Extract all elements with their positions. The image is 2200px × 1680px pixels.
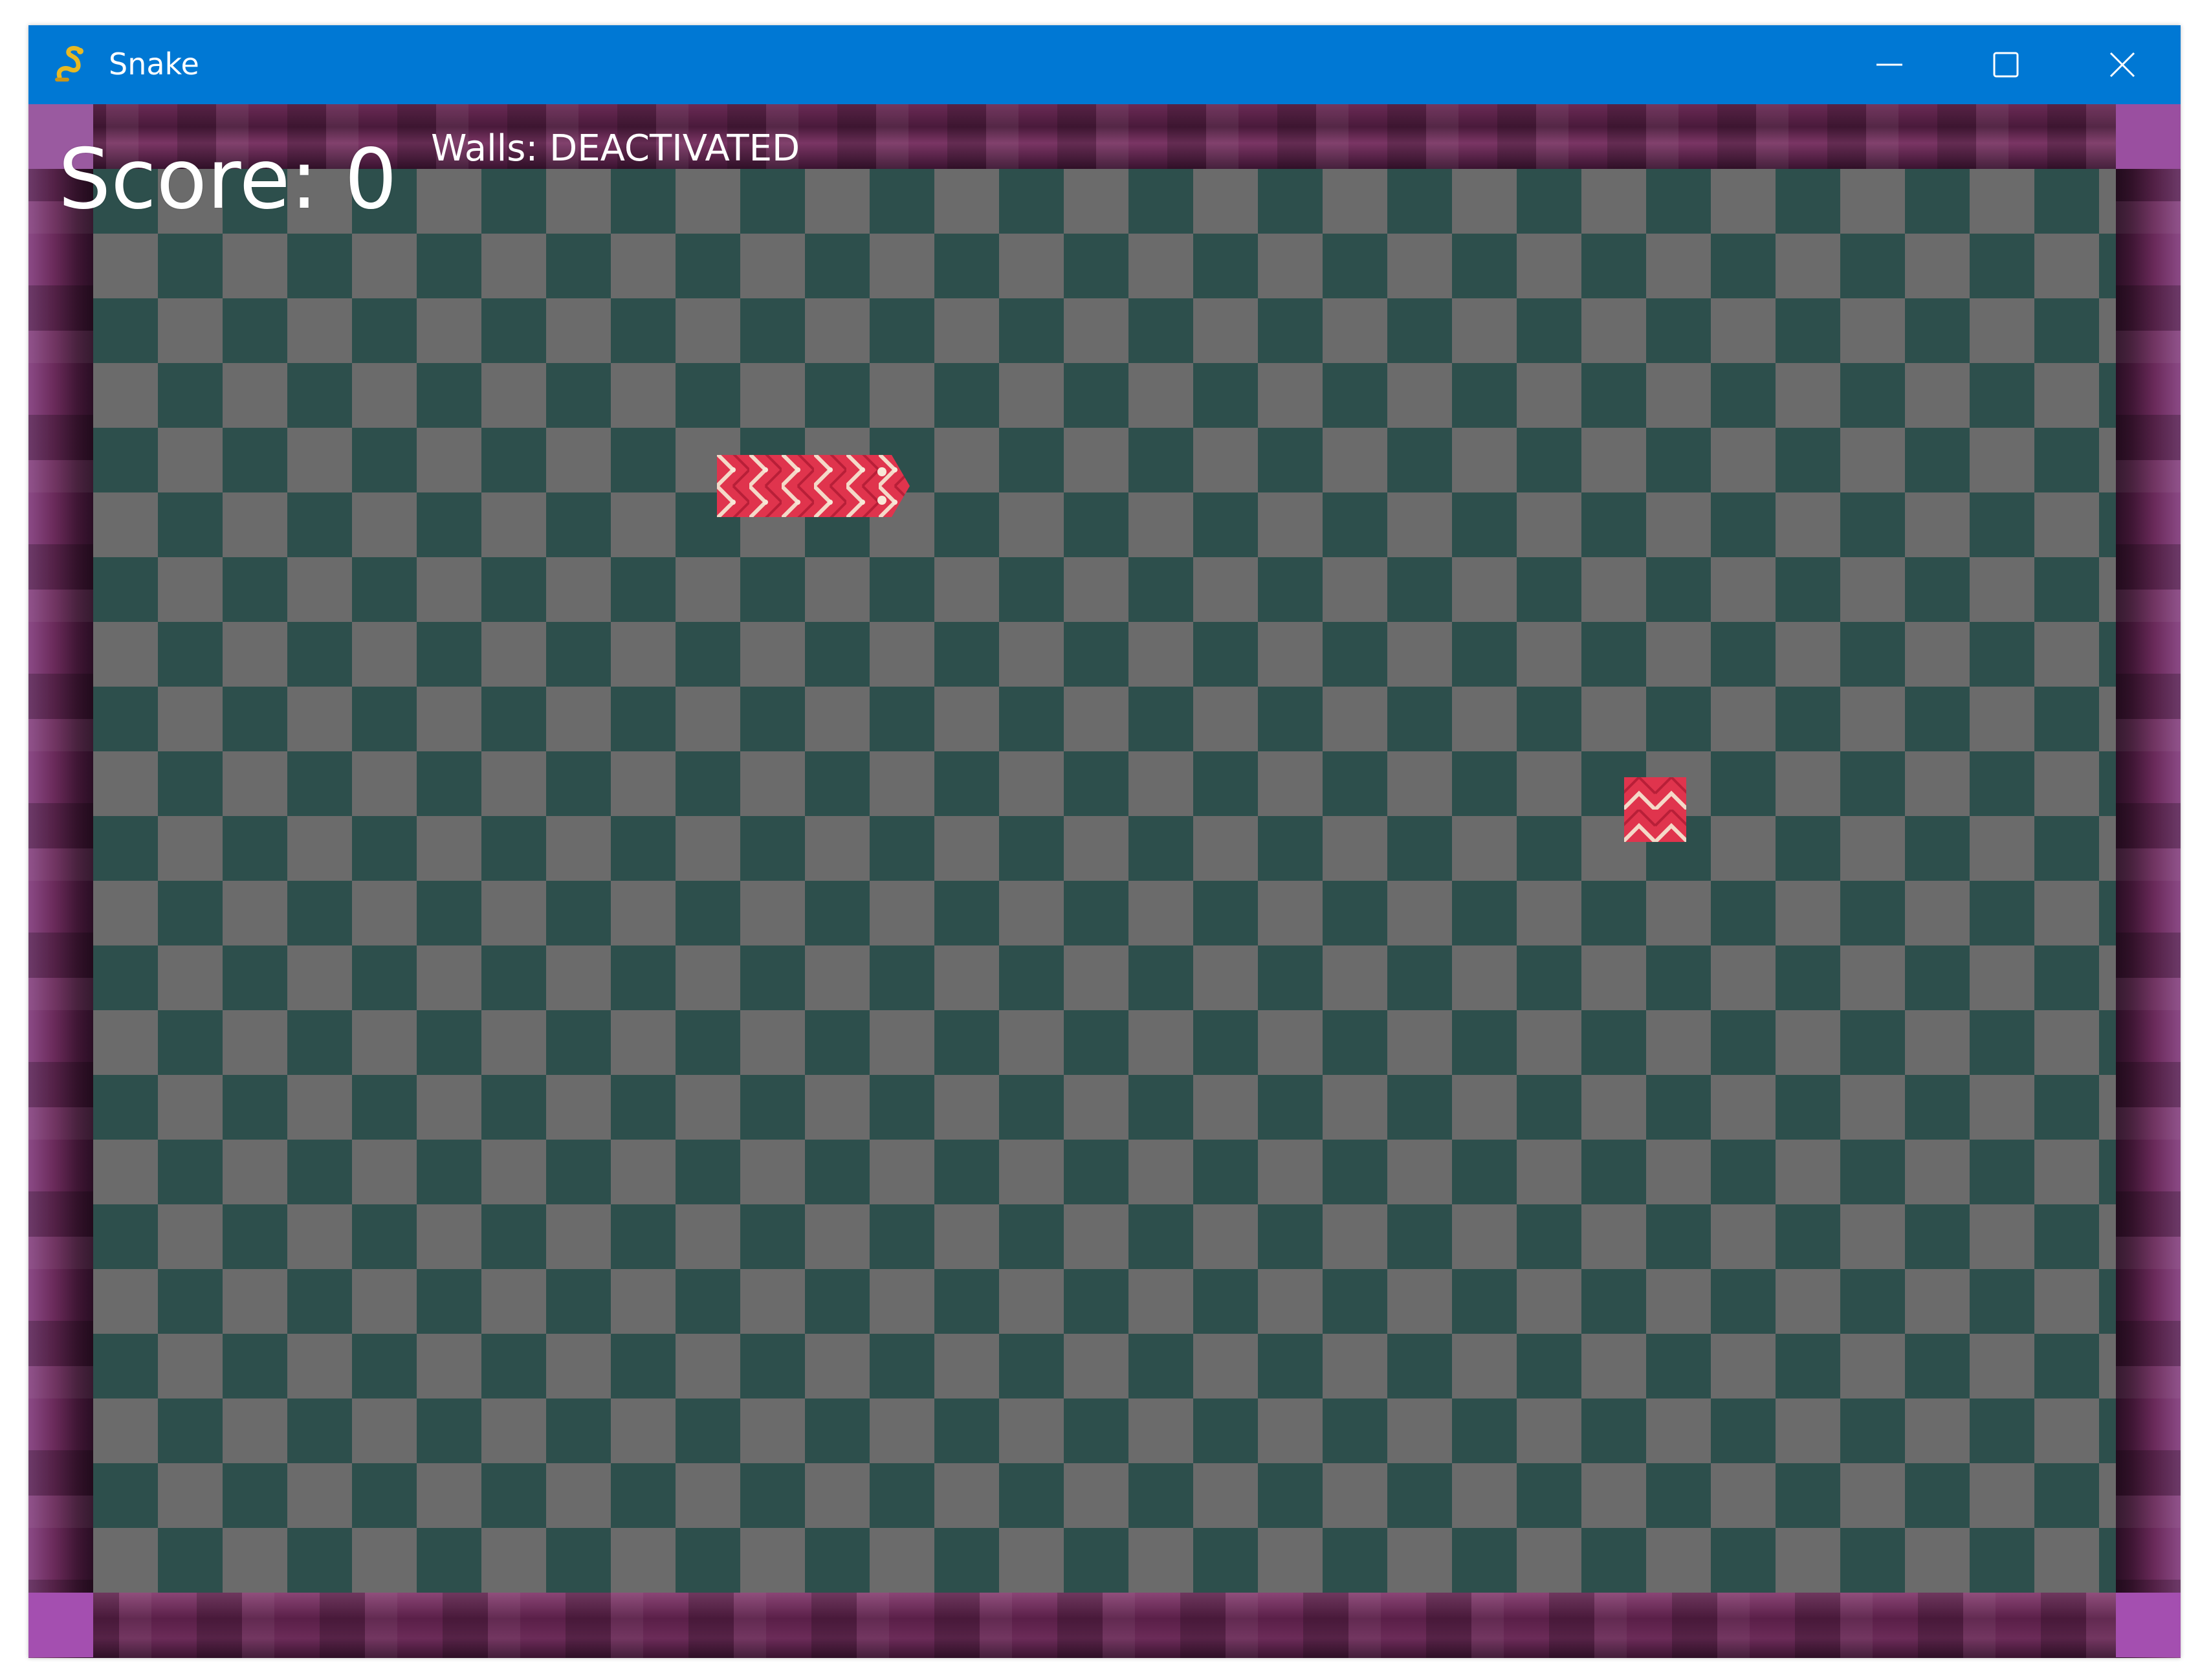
minimize-icon — [1876, 63, 1902, 66]
wall-border-left — [28, 104, 93, 1658]
minimize-button[interactable] — [1831, 25, 1948, 104]
wall-corner-top-right — [2116, 104, 2181, 169]
maximize-button[interactable] — [1948, 25, 2064, 104]
game-canvas[interactable]: Score: 0 Walls: DEACTIVATED — [28, 104, 2181, 1658]
snake-eye — [877, 467, 886, 476]
food-item — [1624, 777, 1686, 842]
snake-app-icon — [55, 46, 83, 82]
game-window: Snake Score: 0 Walls: DEACTIVATED — [28, 25, 2181, 1658]
snake — [717, 455, 910, 517]
snake-body-segment — [717, 455, 782, 517]
wall-corner-bottom-left — [28, 1593, 93, 1657]
wall-border-right — [2116, 104, 2181, 1658]
maximize-icon — [1993, 52, 2019, 78]
close-icon — [2109, 52, 2135, 78]
window-title: Snake — [109, 47, 199, 82]
snake-eye — [877, 496, 886, 505]
snake-body-segment — [782, 455, 846, 517]
game-board — [93, 169, 2116, 1593]
title-bar[interactable]: Snake — [28, 25, 2181, 104]
close-button[interactable] — [2064, 25, 2181, 104]
walls-status: Walls: DEACTIVATED — [431, 127, 800, 170]
wall-corner-bottom-right — [2116, 1593, 2181, 1657]
score-label: Score: 0 — [58, 131, 397, 228]
snake-head — [846, 455, 910, 517]
wall-border-bottom — [28, 1593, 2181, 1658]
